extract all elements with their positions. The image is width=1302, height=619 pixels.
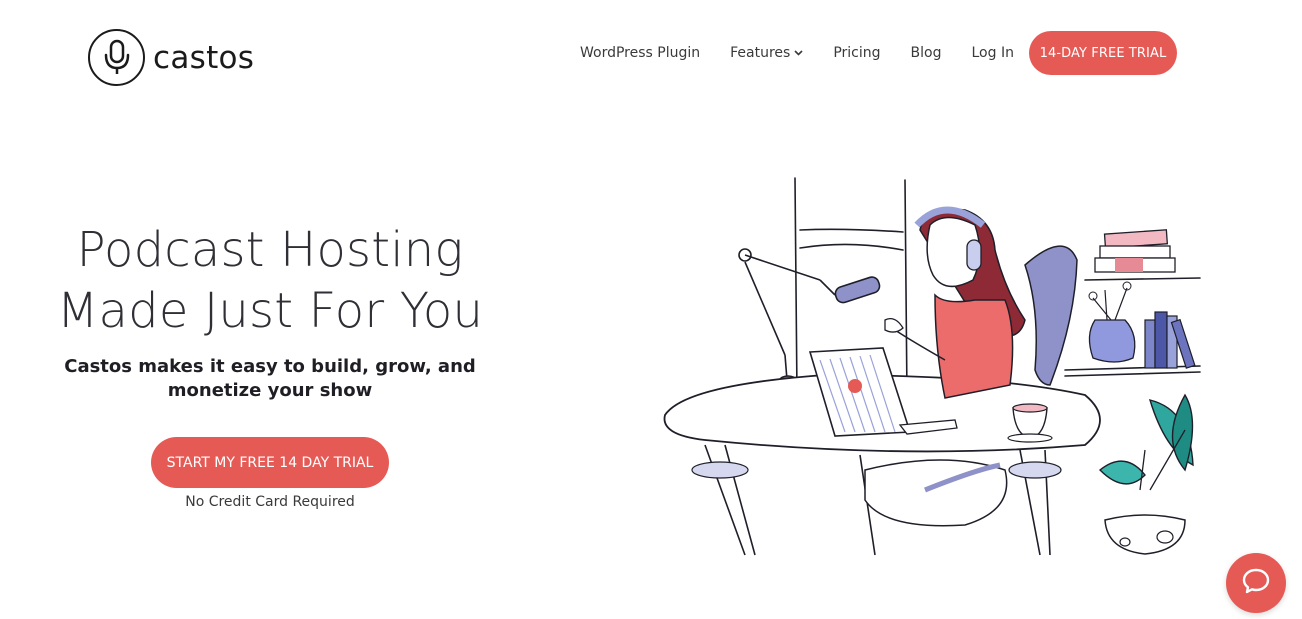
hero-title-line1: Podcast Hosting	[76, 222, 464, 278]
start-trial-button[interactable]: START MY FREE 14 DAY TRIAL	[151, 437, 389, 488]
podcaster-illustration	[645, 170, 1210, 562]
site-header: castos WordPress Plugin Features Pricing…	[0, 0, 1302, 110]
logo-text: castos	[153, 39, 255, 76]
chat-bubble-icon	[1242, 568, 1270, 599]
no-credit-card-note: No Credit Card Required	[185, 494, 355, 510]
logo-link[interactable]: castos	[88, 29, 254, 86]
hero-title: Podcast Hosting Made Just For You	[20, 220, 520, 342]
chevron-down-icon	[794, 50, 803, 56]
main-nav: WordPress Plugin Features Pricing Blog L…	[580, 31, 1177, 75]
nav-wordpress-plugin[interactable]: WordPress Plugin	[580, 45, 700, 61]
free-trial-button[interactable]: 14-DAY FREE TRIAL	[1028, 31, 1177, 75]
nav-blog[interactable]: Blog	[911, 45, 942, 61]
nav-features[interactable]: Features	[730, 45, 803, 61]
hero-title-line2: Made Just For You	[56, 283, 484, 339]
nav-features-label: Features	[730, 45, 791, 61]
chat-launcher-button[interactable]	[1226, 553, 1286, 613]
hero-subtitle: Castos makes it easy to build, grow, and…	[64, 356, 476, 401]
nav-pricing[interactable]: Pricing	[833, 45, 880, 61]
nav-login[interactable]: Log In	[972, 45, 1014, 61]
microphone-icon	[88, 29, 145, 86]
